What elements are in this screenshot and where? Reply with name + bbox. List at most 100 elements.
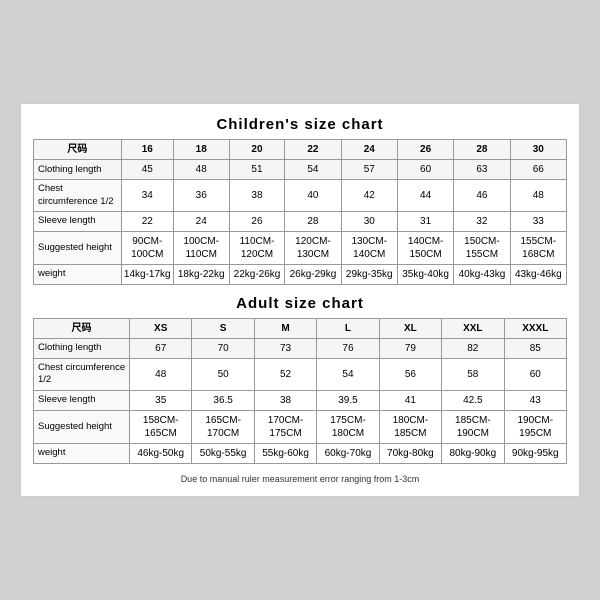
cell-value: 56 — [379, 359, 441, 391]
cell-value: 14kg-17kg — [121, 265, 173, 285]
cell-value: 46kg-50kg — [130, 443, 192, 463]
col-header: M — [254, 319, 316, 339]
cell-value: 48 — [173, 160, 229, 180]
cell-value: 34 — [121, 180, 173, 212]
cell-value: 155CM-168CM — [510, 232, 566, 265]
cell-value: 185CM-190CM — [442, 410, 504, 443]
cell-value: 32 — [454, 212, 510, 232]
cell-value: 130CM-140CM — [341, 232, 397, 265]
cell-value: 38 — [254, 390, 316, 410]
adult-chart-title: Adult size chart — [33, 295, 567, 312]
table-row: Suggested height158CM-165CM165CM-170CM 17… — [34, 410, 567, 443]
cell-value: 24 — [173, 212, 229, 232]
cell-value: 33 — [510, 212, 566, 232]
cell-value: 175CM-180CM — [317, 410, 379, 443]
col-header: L — [317, 319, 379, 339]
col-header: 30 — [510, 140, 566, 160]
cell-value: 57 — [341, 160, 397, 180]
cell-value: 70 — [192, 339, 254, 359]
cell-value: 36.5 — [192, 390, 254, 410]
adult-table: 尺码XSSMLXLXXLXXXL Clothing length67707376… — [33, 318, 567, 464]
cell-value: 55kg-60kg — [254, 443, 316, 463]
cell-value: 60kg-70kg — [317, 443, 379, 463]
row-label: Chest circumference 1/2 — [34, 359, 130, 391]
row-label: weight — [34, 265, 122, 285]
cell-value: 60 — [397, 160, 453, 180]
cell-value: 30 — [341, 212, 397, 232]
table-row: Sleeve length2224262830313233 — [34, 212, 567, 232]
cell-value: 63 — [454, 160, 510, 180]
cell-value: 85 — [504, 339, 566, 359]
cell-value: 58 — [442, 359, 504, 391]
row-label: weight — [34, 443, 130, 463]
table-row: weight14kg-17kg18kg-22kg22kg-26kg26kg-29… — [34, 265, 567, 285]
cell-value: 54 — [285, 160, 341, 180]
cell-value: 28 — [285, 212, 341, 232]
col-header: XS — [130, 319, 192, 339]
cell-value: 48 — [510, 180, 566, 212]
cell-value: 76 — [317, 339, 379, 359]
row-label: Clothing length — [34, 339, 130, 359]
col-header: 18 — [173, 140, 229, 160]
table-row: Chest circumference 1/23436384042444648 — [34, 180, 567, 212]
col-header: 尺码 — [34, 319, 130, 339]
cell-value: 26 — [229, 212, 285, 232]
cell-value: 140CM-150CM — [397, 232, 453, 265]
cell-value: 26kg-29kg — [285, 265, 341, 285]
cell-value: 29kg-35kg — [341, 265, 397, 285]
footer-note: Due to manual ruler measurement error ra… — [33, 474, 567, 484]
cell-value: 158CM-165CM — [130, 410, 192, 443]
cell-value: 38 — [229, 180, 285, 212]
cell-value: 51 — [229, 160, 285, 180]
col-header: XL — [379, 319, 441, 339]
row-label: Chest circumference 1/2 — [34, 180, 122, 212]
cell-value: 43 — [504, 390, 566, 410]
cell-value: 35kg-40kg — [397, 265, 453, 285]
col-header: 28 — [454, 140, 510, 160]
cell-value: 41 — [379, 390, 441, 410]
cell-value: 150CM-155CM — [454, 232, 510, 265]
cell-value: 180CM-185CM — [379, 410, 441, 443]
row-label: Suggested height — [34, 410, 130, 443]
cell-value: 40kg-43kg — [454, 265, 510, 285]
cell-value: 43kg-46kg — [510, 265, 566, 285]
cell-value: 79 — [379, 339, 441, 359]
cell-value: 42 — [341, 180, 397, 212]
cell-value: 45 — [121, 160, 173, 180]
cell-value: 42.5 — [442, 390, 504, 410]
cell-value: 67 — [130, 339, 192, 359]
cell-value: 82 — [442, 339, 504, 359]
cell-value: 35 — [130, 390, 192, 410]
table-row: Suggested height90CM-100CM100CM-110CM110… — [34, 232, 567, 265]
row-label: Sleeve length — [34, 390, 130, 410]
col-header: 26 — [397, 140, 453, 160]
cell-value: 70kg-80kg — [379, 443, 441, 463]
children-table: 尺码1618202224262830 Clothing length454851… — [33, 139, 567, 285]
cell-value: 44 — [397, 180, 453, 212]
cell-value: 90kg-95kg — [504, 443, 566, 463]
table-row: Sleeve length3536.53839.54142.543 — [34, 390, 567, 410]
cell-value: 52 — [254, 359, 316, 391]
cell-value: 31 — [397, 212, 453, 232]
cell-value: 39.5 — [317, 390, 379, 410]
cell-value: 60 — [504, 359, 566, 391]
cell-value: 18kg-22kg — [173, 265, 229, 285]
cell-value: 50kg-55kg — [192, 443, 254, 463]
col-header: XXXL — [504, 319, 566, 339]
col-header: 24 — [341, 140, 397, 160]
cell-value: 50 — [192, 359, 254, 391]
cell-value: 165CM-170CM — [192, 410, 254, 443]
cell-value: 73 — [254, 339, 316, 359]
cell-value: 80kg-90kg — [442, 443, 504, 463]
cell-value: 36 — [173, 180, 229, 212]
table-row: weight46kg-50kg50kg-55kg55kg-60kg60kg-70… — [34, 443, 567, 463]
cell-value: 54 — [317, 359, 379, 391]
row-label: Clothing length — [34, 160, 122, 180]
col-header: 尺码 — [34, 140, 122, 160]
table-row: Chest circumference 1/248505254565860 — [34, 359, 567, 391]
size-chart-card: Children's size chart 尺码1618202224262830… — [20, 103, 580, 496]
col-header: XXL — [442, 319, 504, 339]
cell-value: 66 — [510, 160, 566, 180]
table-row: Clothing length4548515457606366 — [34, 160, 567, 180]
children-chart-title: Children's size chart — [33, 116, 567, 133]
